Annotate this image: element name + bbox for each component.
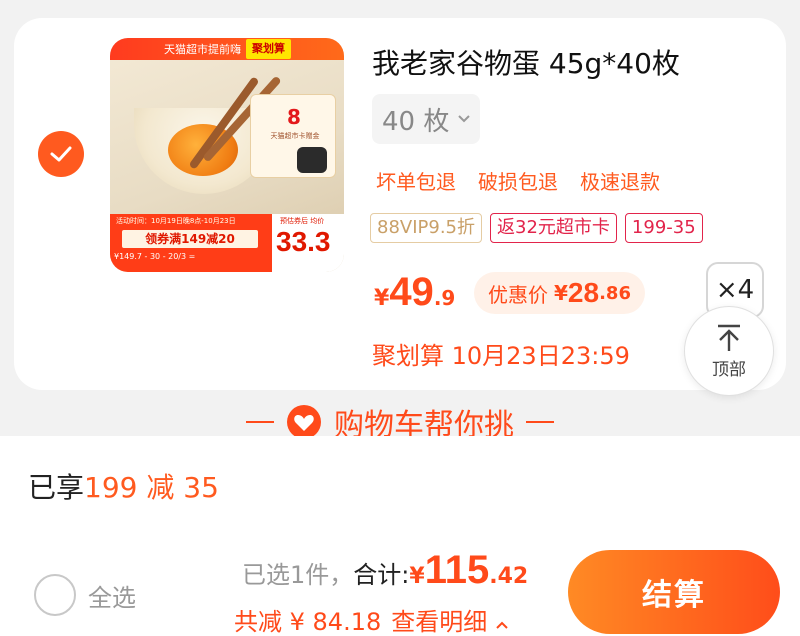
image-price-label: 预估券后 均价 <box>280 217 325 225</box>
price-decimal: .9 <box>433 286 456 310</box>
discount-label: 优惠价 <box>488 282 548 307</box>
price-integer: 49 <box>389 270 434 314</box>
checkmark-icon <box>50 146 72 162</box>
total-decimal: .42 <box>489 564 529 589</box>
product-title[interactable]: 我老家谷物蛋 45g*40枚 <box>372 42 680 82</box>
variant-selector[interactable]: 40 枚 <box>372 94 480 144</box>
discount-currency: ¥ <box>554 281 568 305</box>
discount-decimal: .86 <box>599 282 631 304</box>
divider <box>246 421 274 423</box>
total-integer: 115 <box>424 548 490 592</box>
divider <box>526 421 554 423</box>
image-banner-badge: 聚划算 <box>246 39 291 59</box>
image-top-banner: 天猫超市提前嗨 聚划算 <box>110 38 344 60</box>
savings-amount: 共减 ¥ 84.18 <box>234 608 382 636</box>
promo-coupon: 领券满149减20 <box>122 230 258 248</box>
coupon-value: 8 <box>287 105 301 129</box>
service-guarantees: 坏单包退 破损包退 极速退款 <box>376 166 660 195</box>
service-item: 坏单包退 <box>376 170 456 194</box>
cashback-tag: 返32元超市卡 <box>490 213 617 243</box>
product-image[interactable]: 天猫超市提前嗨 聚划算 8 天猫超市卡赠金 活动时间：10月19日晚8点-10月… <box>110 38 344 272</box>
vip-tag: 88VIP9.5折 <box>370 213 483 243</box>
select-all-toggle[interactable]: 全选 <box>34 574 136 616</box>
enjoyed-value: 199 减 35 <box>84 471 219 504</box>
heart-icon <box>287 405 321 439</box>
chevron-up-icon <box>496 621 508 629</box>
discount-price: 优惠价 ¥28.86 <box>474 272 645 314</box>
select-all-radio[interactable] <box>34 574 76 616</box>
checkout-bar: 已享199 减 35 全选 已选1件，合计:¥115.42 共减 ¥ 84.18… <box>0 436 800 636</box>
variant-label: 40 枚 <box>382 106 450 137</box>
order-summary: 已选1件，合计:¥115.42 <box>242 548 528 593</box>
chevron-down-icon <box>458 115 471 123</box>
juhuasuan-deadline: 聚划算 10月23日23:59 <box>372 342 630 370</box>
image-promo-strip: 活动时间：10月19日晚8点-10月23日 领券满149减20 ¥149.7 -… <box>110 214 270 272</box>
discount-integer: 28 <box>567 277 600 308</box>
promo-period: 活动时间：10月19日晚8点-10月23日 <box>116 217 236 225</box>
image-price-value: 33.3 <box>276 226 331 257</box>
savings-summary[interactable]: 共减 ¥ 84.18 查看明细 <box>234 602 509 636</box>
item-price: ¥49.9 <box>374 270 455 315</box>
back-to-top-label: 顶部 <box>712 359 746 380</box>
back-to-top-button[interactable]: 顶部 <box>684 306 774 396</box>
image-coupon: 8 天猫超市卡赠金 <box>250 94 336 178</box>
service-item: 破损包退 <box>478 170 558 194</box>
total-label: 合计: <box>353 561 410 589</box>
selected-count: 已选1件， <box>242 561 354 589</box>
arrow-up-icon <box>718 324 740 351</box>
enjoyed-prefix: 已享 <box>28 471 85 504</box>
checkout-button[interactable]: 结算 <box>568 550 780 634</box>
image-price-tag: 预估券后 均价 33.3 <box>270 214 344 272</box>
promo-formula: ¥149.7 - 30 - 20/3 = <box>114 252 196 261</box>
view-details-link[interactable]: 查看明细 <box>391 608 487 636</box>
service-item: 极速退款 <box>580 170 660 194</box>
total-currency: ¥ <box>409 564 425 589</box>
enjoyed-discount: 已享199 减 35 <box>28 466 219 506</box>
image-banner-text: 天猫超市提前嗨 <box>164 43 241 56</box>
tmall-cat-icon <box>297 147 327 173</box>
item-checkbox[interactable] <box>38 131 84 177</box>
coupon-tag: 199-35 <box>624 213 703 243</box>
promo-tags: 88VIP9.5折 返32元超市卡 199-35 <box>370 213 703 243</box>
coupon-text: 天猫超市卡赠金 <box>270 132 320 140</box>
select-all-label: 全选 <box>88 583 136 612</box>
price-currency: ¥ <box>374 286 390 311</box>
